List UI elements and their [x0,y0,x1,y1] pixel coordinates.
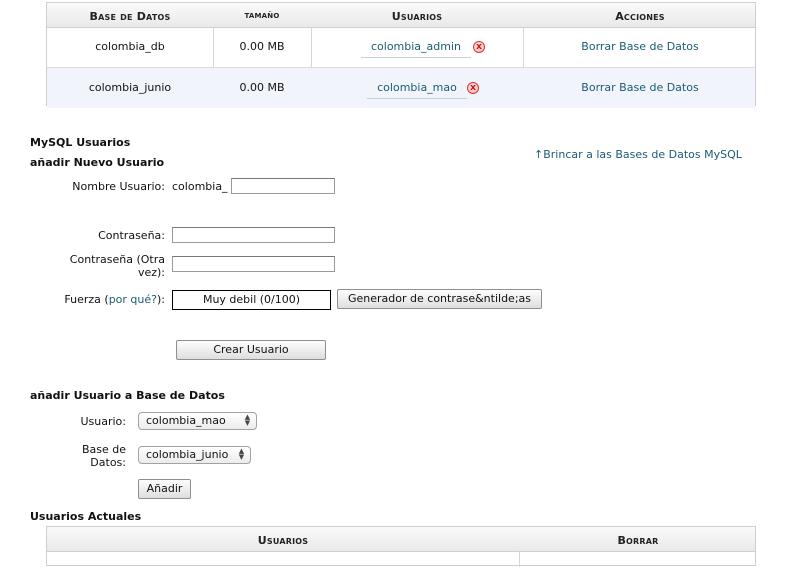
database-user-link[interactable]: colombia_mao [367,78,467,99]
user-select-value: colombia_mao [146,414,226,427]
database-select-label-line1: Base de [81,443,126,456]
username-label: Nombre Usuario: [72,180,165,193]
database-select-label: Base de Datos: [30,443,126,469]
current-users-title: Usuarios Actuales [30,510,142,523]
select-arrows-icon: ▲ ▼ [244,413,251,427]
database-name: colombia_junio [88,81,172,94]
create-user-button[interactable]: Crear Usuario [176,340,326,360]
mysql-users-title: MySQL Usuarios [30,136,131,149]
strength-label-group: Fuerza (por qué?): [30,293,165,306]
databases-table: Base de Datos tamaño Usuarios Acciones c… [46,2,756,108]
user-select-label: Usuario: [80,415,126,428]
password-again-label-line2: vez): [137,266,165,279]
remove-user-icon[interactable]: x [473,41,485,53]
username-prefix: colombia_ [172,180,228,193]
databases-table-header: Base de Datos tamaño Usuarios Acciones [47,3,755,28]
database-name: colombia_db [95,40,165,53]
why-link[interactable]: por qué? [109,293,157,306]
current-users-table: Usuarios Borrar [46,526,756,567]
select-arrows-icon: ▲ ▼ [238,447,245,461]
column-header-database: Base de Datos [89,10,171,23]
column-header-actions: Acciones [615,10,665,23]
up-arrow-icon: ↑ [534,148,544,161]
column-header-delete: Borrar [617,534,659,547]
database-user-link[interactable]: colombia_admin [361,37,471,58]
password-label: Contraseña: [98,229,165,242]
password-again-input[interactable] [172,256,335,272]
password-strength-meter: Muy debil (0/100) [172,290,331,310]
username-input[interactable] [231,178,335,194]
database-select-label-line2: Datos: [90,456,126,469]
column-header-users: Usuarios [257,534,309,547]
remove-user-icon[interactable]: x [467,82,479,94]
password-again-label-line1: Contraseña (Otra [69,253,165,266]
column-header-users: Usuarios [391,10,443,23]
password-again-label: Contraseña (Otra vez): [30,253,165,279]
user-select[interactable]: colombia_mao ▲ ▼ [138,412,257,430]
column-divider [519,551,520,567]
jump-link-label: Brincar a las Bases de Datos MySQL [543,148,742,161]
add-user-to-db-title: añadir Usuario a Base de Datos [30,389,225,402]
delete-database-link[interactable]: Borrar Base de Datos [523,27,757,67]
database-select[interactable]: colombia_junio ▲ ▼ [138,446,251,464]
password-input[interactable] [172,227,335,243]
column-header-size: tamaño [244,10,280,21]
delete-database-link[interactable]: Borrar Base de Datos [523,68,757,108]
current-users-table-header: Usuarios Borrar [47,527,755,552]
strength-paren-close: ): [157,293,165,306]
password-generator-button[interactable]: Generador de contrase&ntilde;as [337,289,542,309]
table-row: colombia_db 0.00 MB colombia_admin x Bor… [47,27,755,67]
strength-label: Fuerza [64,293,101,306]
add-user-to-db-button[interactable]: Añadir [138,479,191,499]
database-select-value: colombia_junio [146,448,229,461]
table-row: colombia_junio 0.00 MB colombia_mao x Bo… [47,67,755,108]
add-new-user-title: añadir Nuevo Usuario [30,156,165,169]
jump-to-databases-link[interactable]: ↑Brincar a las Bases de Datos MySQL [534,148,742,161]
database-size: 0.00 MB [239,40,285,53]
database-size: 0.00 MB [239,81,285,94]
